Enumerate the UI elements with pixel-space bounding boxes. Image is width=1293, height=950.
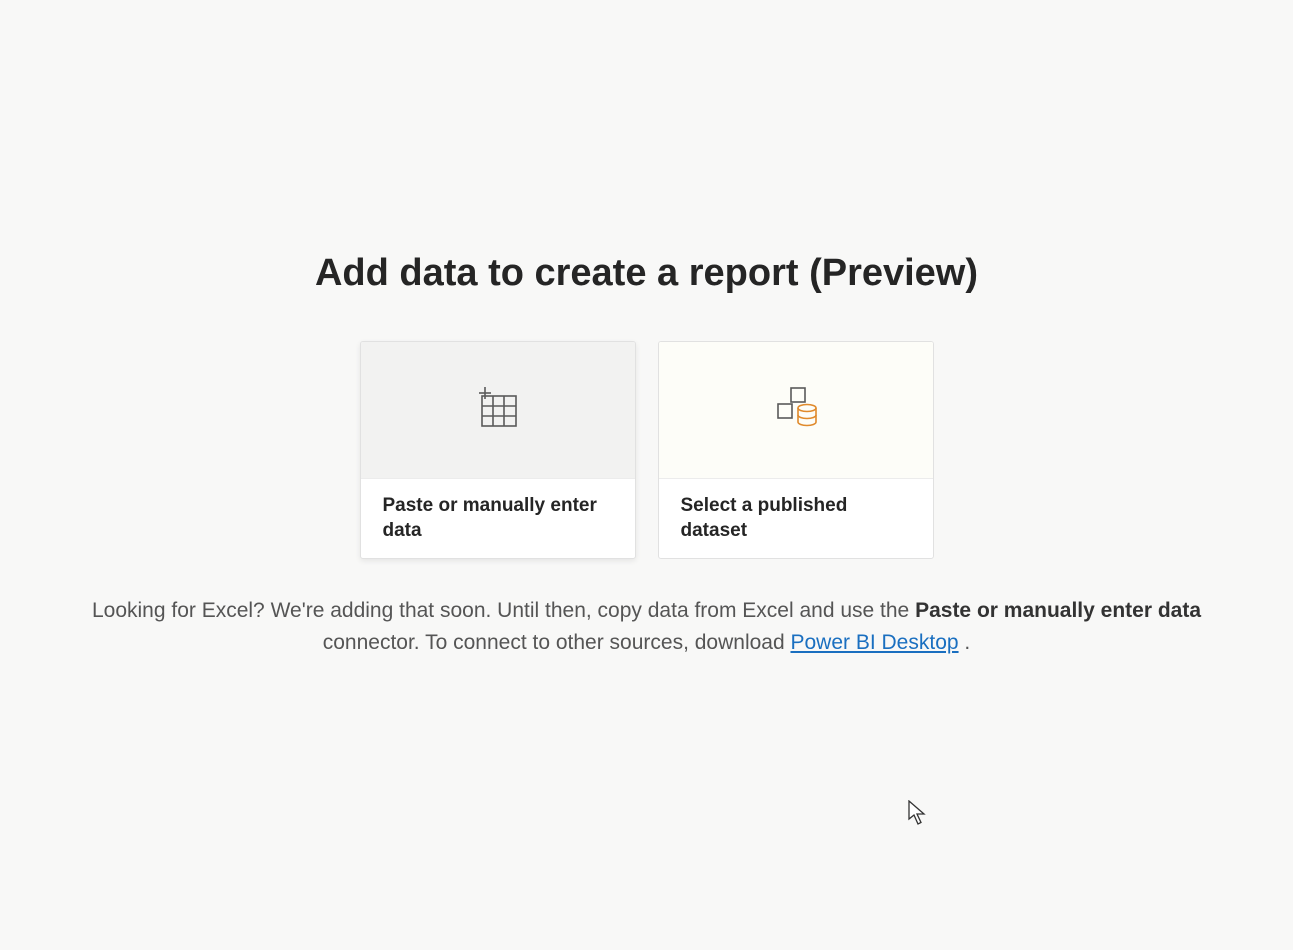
help-text-part2: connector. To connect to other sources, …	[323, 631, 791, 654]
select-dataset-card[interactable]: Select a published dataset	[658, 341, 934, 559]
paste-icon-area	[361, 342, 635, 479]
add-data-panel: Add data to create a report (Preview)	[0, 252, 1293, 658]
dataset-label-area: Select a published dataset	[659, 479, 933, 558]
help-text-part1: Looking for Excel? We're adding that soo…	[92, 599, 915, 622]
dataset-icon-area	[659, 342, 933, 479]
table-plus-icon	[475, 384, 521, 435]
paste-card-label: Paste or manually enter data	[383, 493, 613, 544]
help-text-part3: .	[964, 631, 970, 654]
option-cards-row: Paste or manually enter data	[360, 341, 934, 559]
paste-label-area: Paste or manually enter data	[361, 479, 635, 558]
dataset-card-label: Select a published dataset	[681, 493, 911, 544]
page-title: Add data to create a report (Preview)	[315, 252, 978, 295]
cursor-icon	[908, 800, 926, 831]
dataset-icon	[771, 382, 821, 437]
help-text-bold: Paste or manually enter data	[915, 599, 1201, 622]
paste-enter-data-card[interactable]: Paste or manually enter data	[360, 341, 636, 559]
power-bi-desktop-link[interactable]: Power BI Desktop	[790, 631, 958, 654]
help-text: Looking for Excel? We're adding that soo…	[27, 595, 1267, 658]
